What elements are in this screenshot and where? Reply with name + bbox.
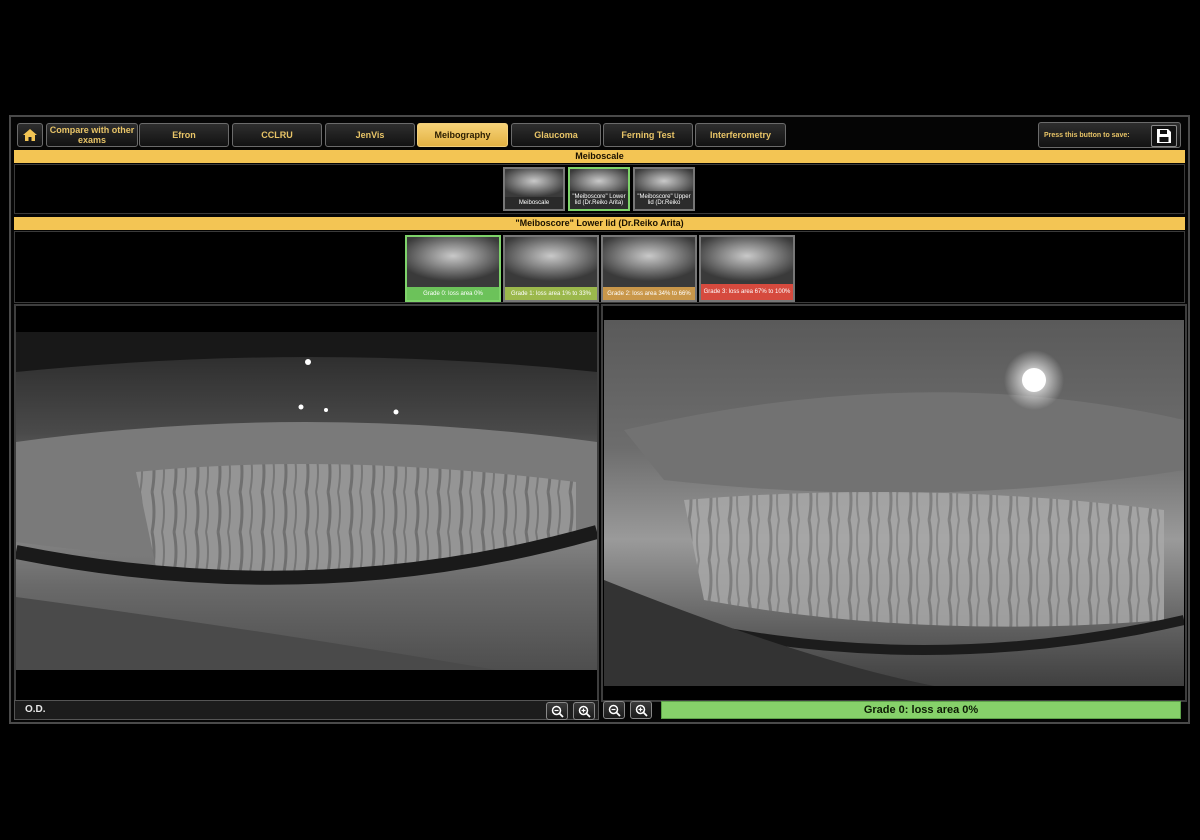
save-button[interactable] (1151, 125, 1177, 147)
meiboscore-header: "Meiboscore" Lower lid (Dr.Reiko Arita) (14, 217, 1185, 230)
tab-jenvis[interactable]: JenVis (325, 123, 415, 147)
meiboscore-lower-lid-thumbnail[interactable]: "Meiboscore" Lower lid (Dr.Reiko Arita) (568, 167, 630, 211)
grade-caption: Grade 1: loss area 1% to 33% (505, 287, 597, 300)
right-viewer-zoom-controls (601, 700, 661, 720)
grade-result-bar: Grade 0: loss area 0% (661, 701, 1181, 719)
floppy-disk-icon (1157, 129, 1171, 143)
meiboscale-header: Meiboscale (14, 150, 1185, 163)
grade-caption: Grade 2: loss area 34% to 66% (603, 287, 695, 300)
grade-3-thumbnail[interactable]: Grade 3: loss area 67% to 100% (699, 235, 795, 302)
grade-caption: Grade 3: loss area 67% to 100% (701, 284, 793, 300)
grade-caption: Grade 0: loss area 0% (407, 287, 499, 300)
zoom-in-button[interactable] (573, 702, 595, 720)
reference-eyelid-image (604, 320, 1184, 686)
meiboscore-grade-strip: Grade 0: loss area 0% Grade 1: loss area… (14, 231, 1185, 303)
patient-meibography-image[interactable] (16, 332, 597, 670)
left-image-viewer[interactable] (14, 304, 599, 702)
tab-efron[interactable]: Efron (139, 123, 229, 147)
meiboscore-upper-lid-thumbnail[interactable]: "Meiboscore" Upper lid (Dr.Reiko (633, 167, 695, 211)
meibography-window: Compare with other exams Efron CCLRU Jen… (9, 115, 1190, 724)
thumbnail-caption: "Meiboscore" Upper lid (Dr.Reiko (635, 191, 693, 209)
zoom-in-icon (635, 704, 648, 717)
save-prompt: Press this button to save: (1044, 132, 1130, 139)
save-panel: Press this button to save: (1038, 122, 1181, 148)
tab-interferometry[interactable]: Interferometry (695, 123, 786, 147)
eye-label: O.D. (25, 704, 46, 715)
meiboscale-strip: Meiboscale "Meiboscore" Lower lid (Dr.Re… (14, 164, 1185, 214)
meiboscale-thumbnail[interactable]: Meiboscale (503, 167, 565, 211)
zoom-out-button[interactable] (603, 701, 625, 719)
zoom-out-icon (551, 705, 564, 718)
grade-1-thumbnail[interactable]: Grade 1: loss area 1% to 33% (503, 235, 599, 302)
zoom-out-button[interactable] (546, 702, 568, 720)
thumbnail-caption: "Meiboscore" Lower lid (Dr.Reiko Arita) (570, 191, 628, 209)
grade-0-thumbnail[interactable]: Grade 0: loss area 0% (405, 235, 501, 302)
grade-2-thumbnail[interactable]: Grade 2: loss area 34% to 66% (601, 235, 697, 302)
tab-bar: Compare with other exams Efron CCLRU Jen… (14, 120, 1185, 148)
tab-meibography[interactable]: Meibography (417, 123, 508, 147)
tab-glaucoma[interactable]: Glaucoma (511, 123, 601, 147)
left-viewer-status-bar: O.D. (14, 700, 599, 720)
tab-cclru[interactable]: CCLRU (232, 123, 322, 147)
zoom-in-icon (578, 705, 591, 718)
tab-compare-with-other-exams[interactable]: Compare with other exams (46, 123, 138, 147)
home-button[interactable] (17, 123, 43, 147)
eyelid-infrared-image (16, 332, 597, 670)
home-icon (23, 129, 37, 141)
right-image-viewer[interactable] (601, 304, 1187, 702)
reference-meibography-image[interactable] (604, 320, 1184, 686)
thumbnail-caption: Meiboscale (505, 197, 563, 209)
zoom-in-button[interactable] (630, 701, 652, 719)
tab-ferning-test[interactable]: Ferning Test (603, 123, 693, 147)
zoom-out-icon (608, 704, 621, 717)
